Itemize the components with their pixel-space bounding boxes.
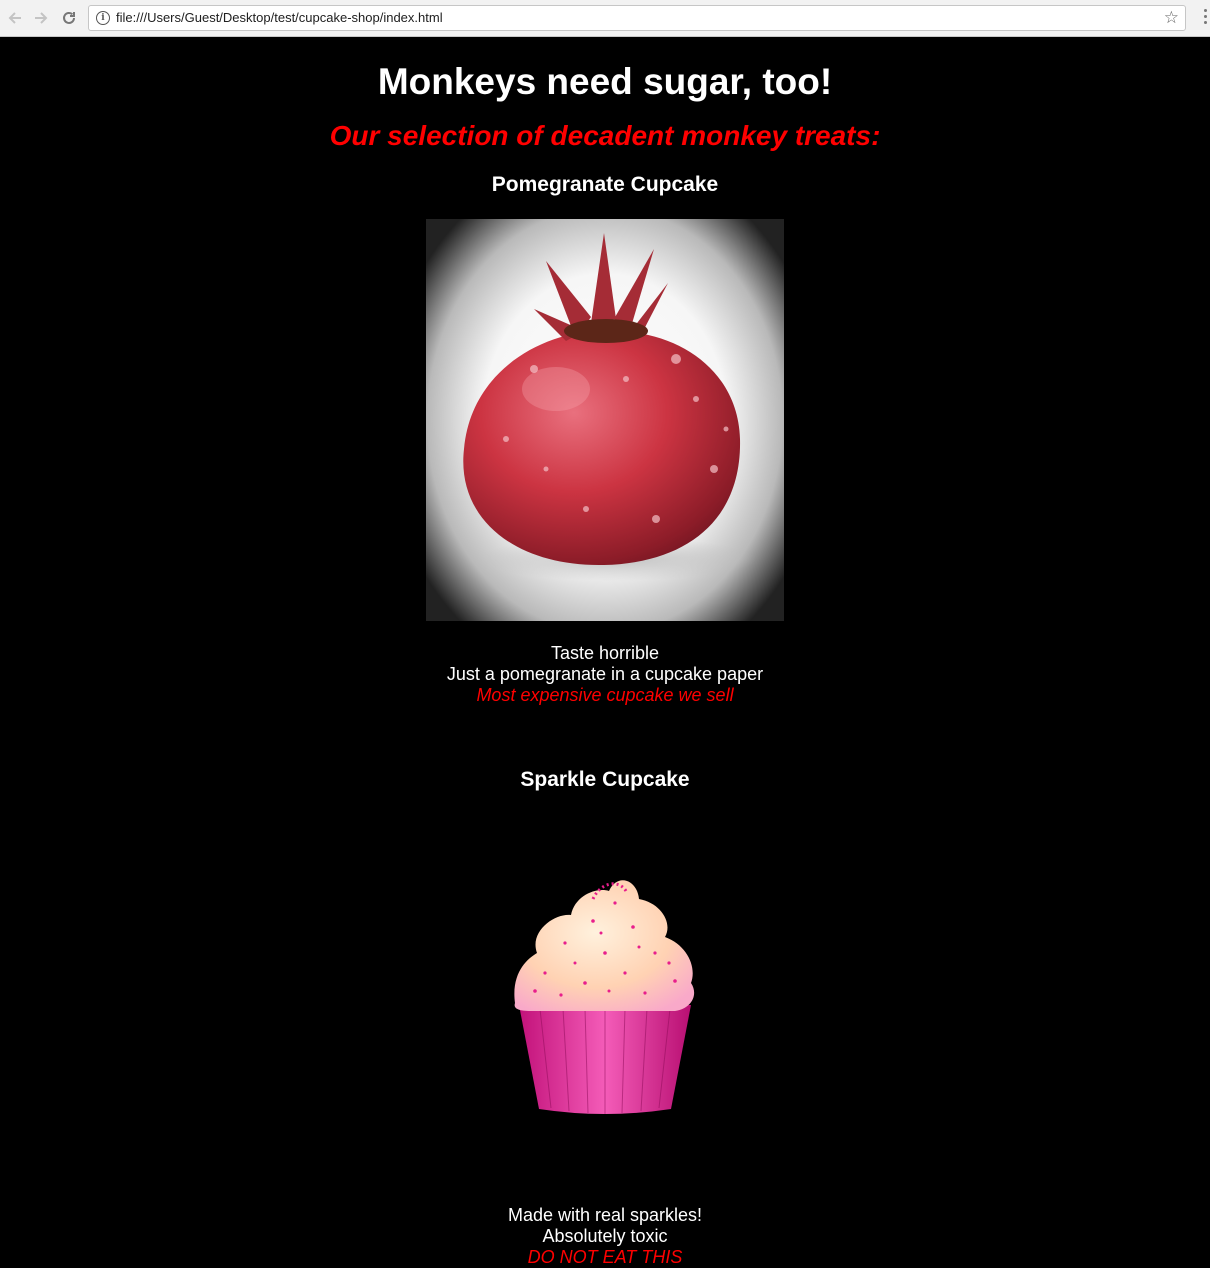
reload-icon[interactable] bbox=[58, 7, 80, 29]
address-bar[interactable]: i file:///Users/Guest/Desktop/test/cupca… bbox=[88, 5, 1186, 31]
url-text[interactable]: file:///Users/Guest/Desktop/test/cupcake… bbox=[116, 10, 443, 25]
product-description-pomegranate: Taste horrible Just a pomegranate in a c… bbox=[0, 643, 1210, 706]
description-line: Made with real sparkles! bbox=[507, 1205, 703, 1225]
browser-toolbar: i file:///Users/Guest/Desktop/test/cupca… bbox=[0, 0, 1210, 37]
forward-arrow-icon[interactable] bbox=[30, 7, 52, 29]
warning-text: DO NOT EAT THIS bbox=[527, 1247, 683, 1267]
description-line: Absolutely toxic bbox=[542, 1226, 668, 1246]
back-arrow-icon[interactable] bbox=[4, 7, 26, 29]
warning-text: Most expensive cupcake we sell bbox=[476, 685, 734, 705]
description-line: Just a pomegranate in a cupcake paper bbox=[446, 664, 764, 684]
info-icon[interactable]: i bbox=[96, 11, 110, 25]
page-subtitle: Our selection of decadent monkey treats: bbox=[329, 120, 881, 151]
product-description-sparkle: Made with real sparkles! Absolutely toxi… bbox=[0, 1205, 1210, 1268]
product-title-pomegranate: Pomegranate Cupcake bbox=[491, 173, 719, 196]
page-title: Monkeys need sugar, too! bbox=[377, 61, 833, 102]
page-content: Monkeys need sugar, too! Our selection o… bbox=[0, 37, 1210, 1268]
product-title-sparkle: Sparkle Cupcake bbox=[520, 768, 690, 791]
pomegranate-image bbox=[426, 219, 784, 621]
description-line: Taste horrible bbox=[550, 643, 660, 663]
sparkle-cupcake-image bbox=[505, 863, 705, 1123]
star-icon[interactable]: ☆ bbox=[1164, 8, 1179, 28]
menu-dots-icon[interactable] bbox=[1204, 9, 1208, 27]
